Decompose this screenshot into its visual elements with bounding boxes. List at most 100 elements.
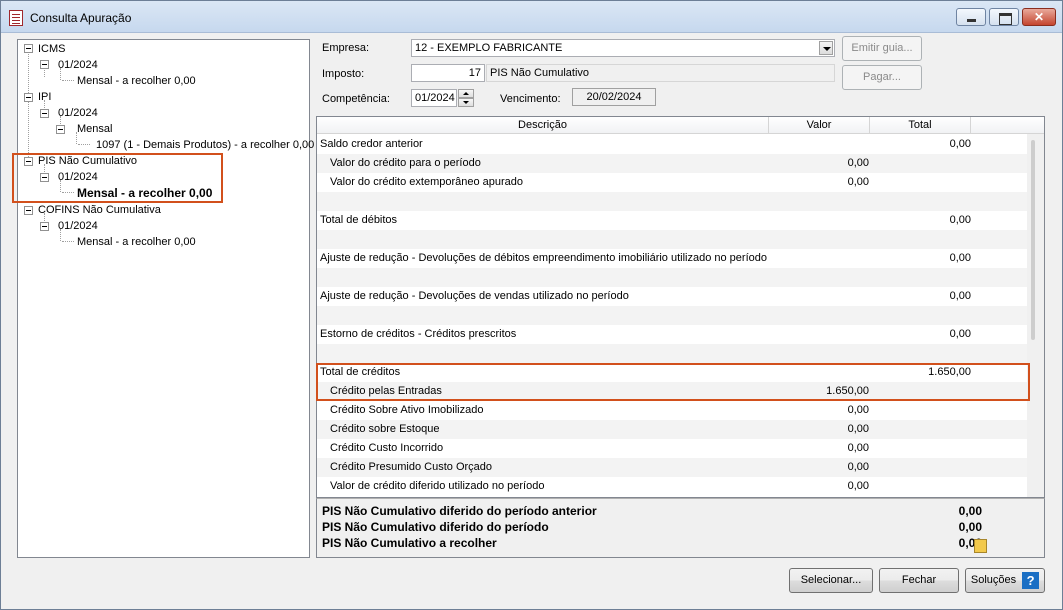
tree-connector [62,241,74,242]
empresa-value: 12 - EXEMPLO FABRICANTE [415,42,563,54]
apuracao-grid[interactable]: Descrição Valor Total Saldo credor anter… [316,116,1045,498]
close-button[interactable] [1022,8,1056,26]
row-valor: 0,00 [847,404,869,416]
row-total: 0,00 [949,290,971,302]
summary-value: 0,00 [958,536,982,550]
collapse-icon[interactable] [40,222,49,231]
column-header-valor[interactable]: Valor [769,117,870,134]
row-descricao: Crédito Presumido Custo Orçado [330,461,493,473]
column-header-descricao[interactable]: Descrição [317,117,769,134]
table-row[interactable] [317,268,1028,287]
minimize-button[interactable] [956,8,986,26]
table-row[interactable]: Valor de crédito diferido utilizado no p… [317,477,1028,496]
competencia-label: Competência: [322,93,390,105]
chevron-down-icon[interactable] [819,41,833,55]
apuracao-tree[interactable]: ICMS 01/2024 Mensal - a recolher 0,00 IP… [12,39,314,558]
collapse-icon[interactable] [24,93,33,102]
row-valor: 0,00 [847,423,869,435]
row-valor: 0,00 [847,442,869,454]
scrollbar-thumb[interactable] [1031,140,1035,340]
pagar-button[interactable]: Pagar... [842,65,922,90]
consulta-apuracao-window: Consulta Apuração ICMS 01/2024 Mensal - … [0,0,1063,610]
collapse-icon[interactable] [24,44,33,53]
table-row[interactable] [317,230,1028,249]
tree-node-mensal[interactable]: Mensal [77,122,112,136]
summary-label: PIS Não Cumulativo diferido do período [322,520,549,534]
document-icon [9,10,23,26]
table-row[interactable]: Total de débitos 0,00 [317,211,1028,230]
tree-connector [78,144,90,145]
emitir-guia-button[interactable]: Emitir guia... [842,36,922,61]
help-icon: ? [1022,571,1040,589]
table-row[interactable]: Valor do crédito extemporâneo apurado 0,0… [317,173,1028,192]
tree-node-cofins[interactable]: COFINS Não Cumulativa [38,203,161,217]
tree-connector [62,80,74,81]
row-descricao: Ajuste de redução - Devoluções de vendas… [320,290,629,302]
imposto-code-field[interactable]: 17 [411,64,485,82]
row-descricao: Ajuste de redução - Devoluções de débito… [320,252,767,264]
row-valor: 0,00 [847,480,869,492]
calculator-icon[interactable] [974,539,987,553]
collapse-icon[interactable] [56,125,65,134]
row-total: 0,00 [949,328,971,340]
collapse-icon[interactable] [40,109,49,118]
row-descricao: Valor do crédito extemporâneo apurado [330,176,524,188]
row-descricao: Crédito Sobre Ativo Imobilizado [330,404,484,416]
imposto-label: Imposto: [322,68,365,80]
empresa-select[interactable]: 12 - EXEMPLO FABRICANTE [411,39,835,57]
row-descricao: Crédito sobre Estoque [330,423,440,435]
empresa-label: Empresa: [322,42,370,54]
table-row[interactable]: Saldo credor anterior 0,00 [317,135,1028,154]
solucoes-label: Soluções [970,574,1017,586]
tree-node-mensal[interactable]: Mensal - a recolher 0,00 [77,235,196,249]
spin-down-icon[interactable] [458,98,474,107]
maximize-button[interactable] [989,8,1019,26]
row-descricao: Valor do crédito para o período [330,157,481,169]
tree-node-ipi-detail[interactable]: 1097 (1 - Demais Produtos) - a recolher … [96,138,314,152]
tree-node-period[interactable]: 01/2024 [58,219,98,233]
summary-label: PIS Não Cumulativo a recolher [322,536,497,550]
table-row[interactable] [317,306,1028,325]
row-valor: 0,00 [847,157,869,169]
competencia-spinner[interactable] [458,89,474,107]
tree-node-period[interactable]: 01/2024 [58,106,98,120]
tree-node-period[interactable]: 01/2024 [58,58,98,72]
tree-connector [28,51,29,165]
collapse-icon[interactable] [40,60,49,69]
selecionar-button[interactable]: Selecionar... [789,568,873,593]
highlight-box [316,363,1030,401]
row-total: 0,00 [949,214,971,226]
collapse-icon[interactable] [24,206,33,215]
vencimento-field: 20/02/2024 [572,88,656,106]
table-row[interactable]: Ajuste de redução - Devoluções de vendas… [317,287,1028,306]
table-row[interactable]: Estorno de créditos - Créditos prescrito… [317,325,1028,344]
table-row[interactable]: Valor do crédito para o período 0,00 [317,154,1028,173]
table-row[interactable]: Crédito Custo Incorrido 0,00 [317,439,1028,458]
solucoes-button[interactable]: Soluções? [965,568,1045,593]
table-row[interactable]: Crédito Sobre Ativo Imobilizado 0,00 [317,401,1028,420]
table-row[interactable] [317,344,1028,363]
tree-node-mensal[interactable]: Mensal - a recolher 0,00 [77,74,196,88]
summary-row: PIS Não Cumulativo diferido do período a… [322,503,982,519]
tree-node-ipi[interactable]: IPI [38,90,51,104]
row-total: 0,00 [949,252,971,264]
table-row[interactable]: Crédito Presumido Custo Orçado 0,00 [317,458,1028,477]
vertical-scrollbar[interactable] [1027,134,1044,497]
row-valor: 0,00 [847,461,869,473]
summary-label: PIS Não Cumulativo diferido do período a… [322,504,597,518]
imposto-name-field: PIS Não Cumulativo [486,64,835,82]
summary-row: PIS Não Cumulativo a recolher 0,00 [322,535,982,551]
summary-value: 0,00 [958,504,982,518]
column-header-total[interactable]: Total [870,117,971,134]
fechar-button[interactable]: Fechar [879,568,959,593]
competencia-field[interactable]: 01/2024 [411,89,457,107]
table-row[interactable]: Ajuste de redução - Devoluções de débito… [317,249,1028,268]
table-row[interactable] [317,192,1028,211]
tree-node-icms[interactable]: ICMS [38,42,66,56]
table-row[interactable]: Crédito sobre Estoque 0,00 [317,420,1028,439]
row-descricao: Valor de crédito diferido utilizado no p… [330,480,545,492]
spin-up-icon[interactable] [458,89,474,98]
row-valor: 0,00 [847,176,869,188]
vencimento-label: Vencimento: [500,93,561,105]
summary-value: 0,00 [958,520,982,534]
